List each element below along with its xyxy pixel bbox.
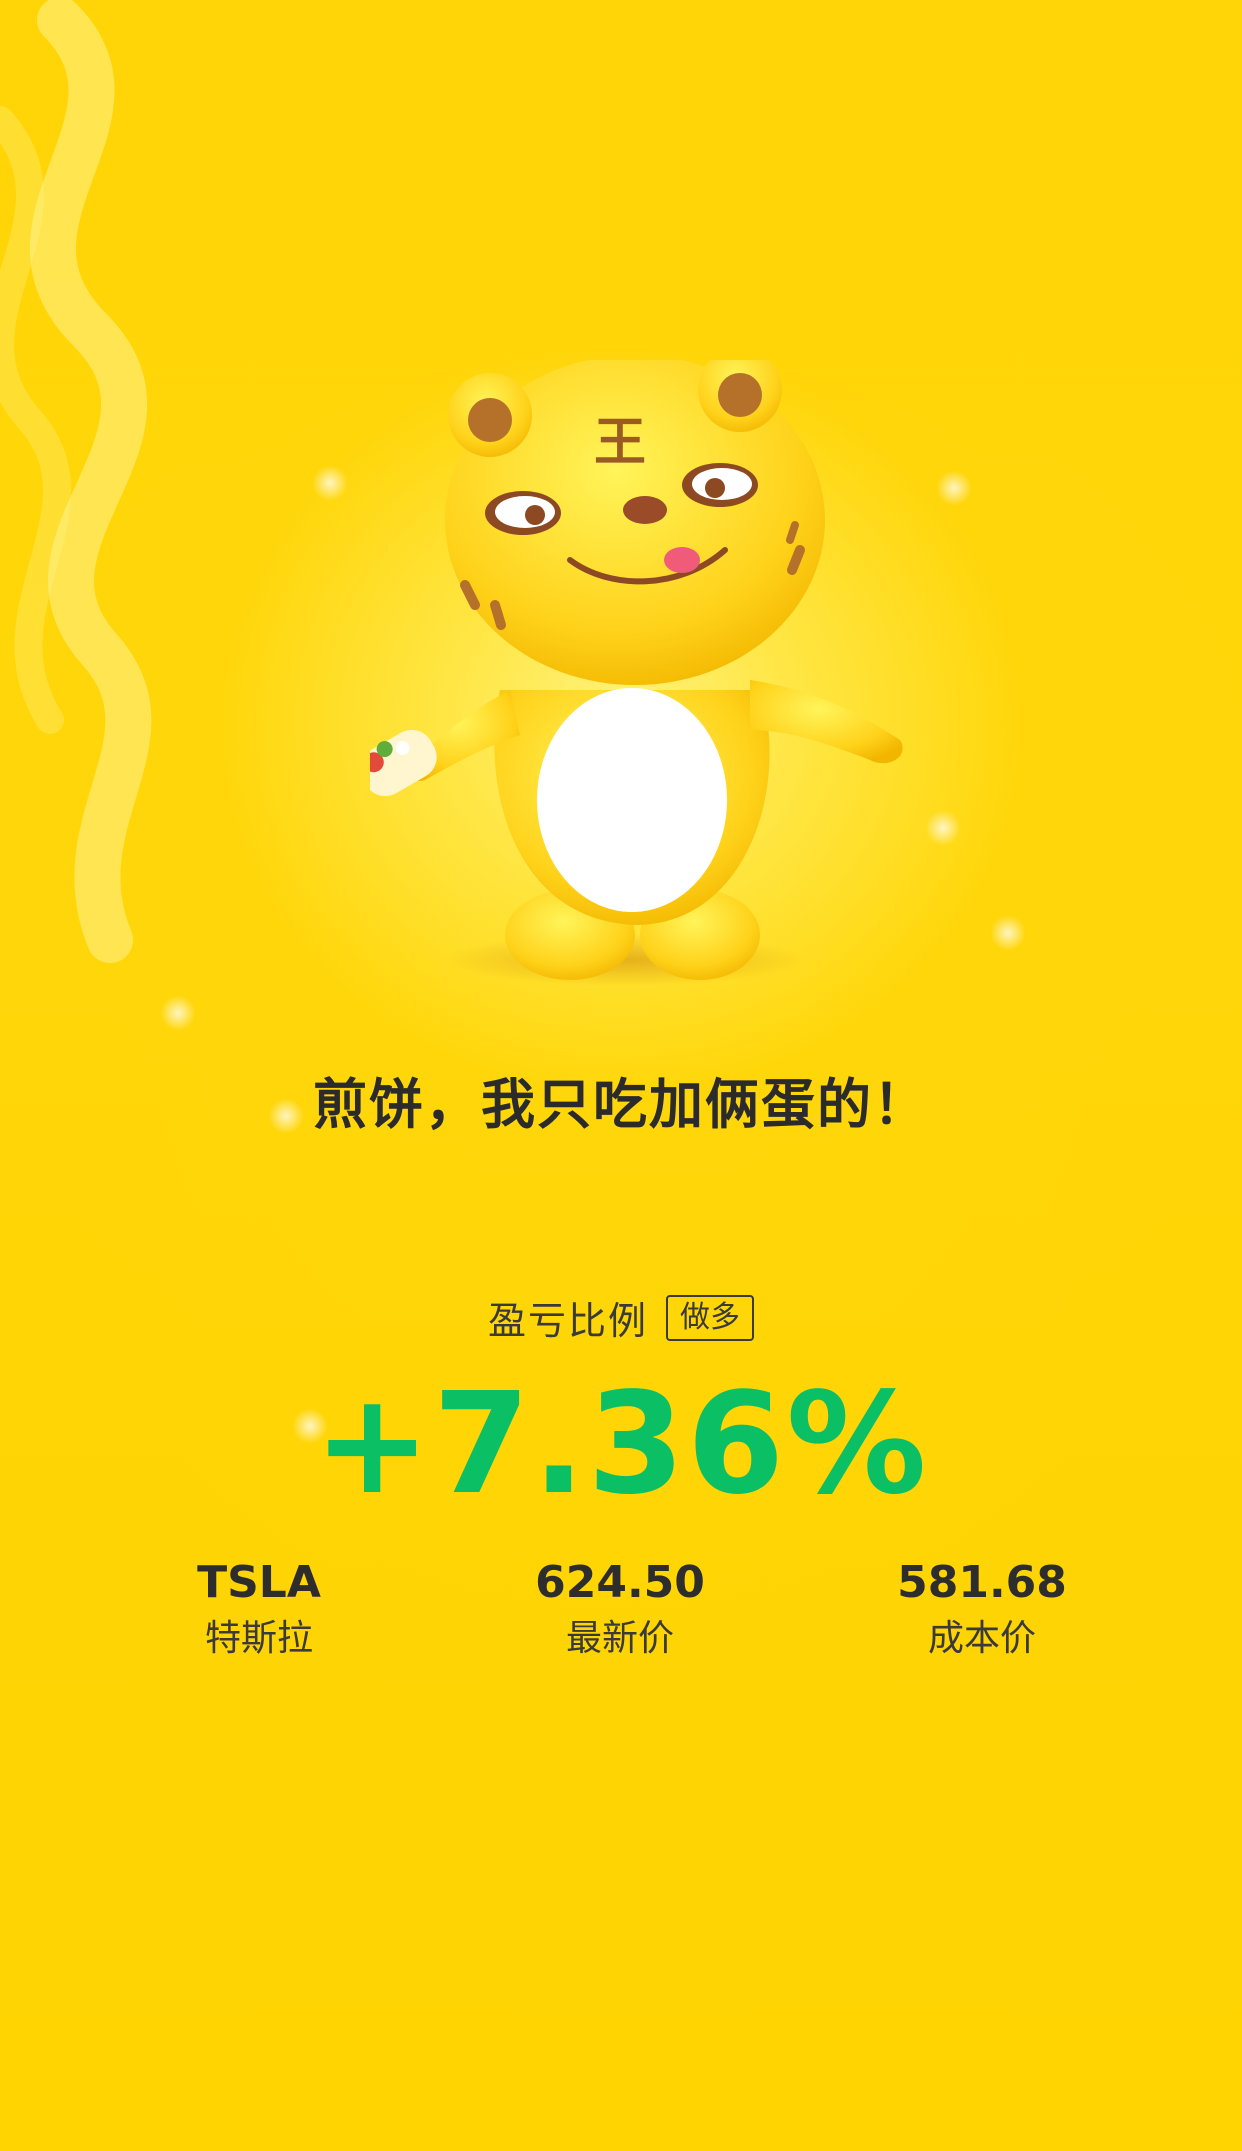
stat-latest-price: 624.50 最新价 <box>470 1555 770 1667</box>
cost-price-label: 成本价 <box>927 1618 1036 1659</box>
stock-name: 特斯拉 <box>204 1618 313 1659</box>
sparkle <box>936 470 972 506</box>
sparkle <box>925 810 961 846</box>
stat-symbol: TSLA 特斯拉 <box>109 1555 409 1667</box>
pnl-ratio-header: 盈亏比例 做多 <box>0 1290 1242 1345</box>
stock-ticker: TSLA <box>197 1557 321 1608</box>
sparkle <box>160 995 196 1031</box>
sparkle <box>312 465 348 501</box>
smoke-decoration <box>0 0 152 963</box>
latest-price-label: 最新价 <box>565 1618 674 1659</box>
cost-price-value: 581.68 <box>897 1557 1067 1608</box>
stat-cost-price: 581.68 成本价 <box>832 1555 1132 1667</box>
pnl-percentage: +7.36% <box>313 1363 929 1526</box>
sparkle <box>990 915 1026 951</box>
pnl-ratio-label: 盈亏比例 <box>487 1299 648 1343</box>
latest-price-value: 624.50 <box>535 1557 705 1608</box>
position-direction-badge: 做多 <box>666 1294 754 1341</box>
tiger-mascot-icon: 王 <box>370 360 903 986</box>
forehead-mark: 王 <box>594 413 646 473</box>
position-stats: TSLA 特斯拉 624.50 最新价 581.68 成本价 <box>0 1555 1242 1675</box>
tagline: 煎饼，我只吃加俩蛋的！ <box>313 1073 929 1136</box>
share-card: 王 煎饼，我只吃加俩蛋的！ 盈亏比例 做多 +7.36% TSLA 特斯拉 62… <box>0 0 1242 2151</box>
